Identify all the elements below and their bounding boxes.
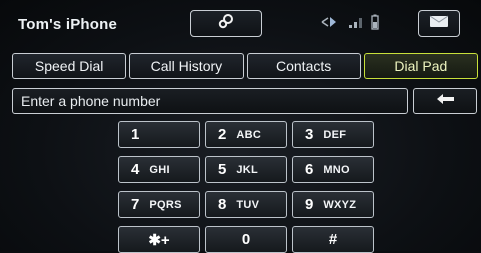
phone-number-field[interactable]: Enter a phone number	[12, 88, 408, 114]
message-button[interactable]	[418, 10, 460, 37]
key-letters: DEF	[323, 128, 347, 141]
battery-icon	[370, 14, 380, 33]
key-digit: 2	[218, 126, 227, 143]
backspace-button[interactable]	[413, 88, 477, 114]
link-icon	[215, 13, 237, 34]
tab-contacts[interactable]: Contacts	[246, 53, 361, 79]
tab-call-history[interactable]: Call History	[129, 53, 244, 79]
tab-label: Speed Dial	[34, 58, 104, 74]
message-icon	[429, 15, 449, 33]
signal-icon	[348, 15, 364, 32]
key-digit: 1	[131, 126, 140, 143]
key-digit: 8	[218, 196, 227, 213]
key-digit: 5	[218, 161, 227, 178]
key-letters: TUV	[236, 198, 260, 211]
key-digit: #	[328, 231, 338, 248]
key-digit: 0	[241, 231, 251, 248]
key-star-plus[interactable]: ✱+	[118, 226, 200, 253]
tab-label: Contacts	[276, 58, 332, 74]
tab-speed-dial[interactable]: Speed Dial	[12, 53, 127, 79]
head-unit-screen: Tom's iPhone Speed Dial Call History Con…	[0, 0, 481, 253]
key-7[interactable]: 7 PQRS	[118, 191, 200, 218]
key-0[interactable]: 0	[205, 226, 287, 253]
link-button[interactable]	[190, 10, 262, 37]
bluetooth-icon	[320, 15, 342, 32]
backspace-arrow-icon	[435, 92, 455, 110]
key-letters: GHI	[149, 163, 170, 176]
key-8[interactable]: 8 TUV	[205, 191, 287, 218]
tab-dial-pad[interactable]: Dial Pad	[363, 53, 478, 79]
key-5[interactable]: 5 JKL	[205, 156, 287, 183]
key-letters: PQRS	[149, 198, 182, 211]
key-1[interactable]: 1	[118, 121, 200, 148]
key-9[interactable]: 9 WXYZ	[292, 191, 374, 218]
key-letters: ABC	[236, 128, 262, 141]
key-letters: WXYZ	[323, 198, 357, 211]
key-letters: MNO	[323, 163, 350, 176]
key-3[interactable]: 3 DEF	[292, 121, 374, 148]
tab-bar: Speed Dial Call History Contacts Dial Pa…	[12, 53, 478, 79]
key-digit: 3	[305, 126, 314, 143]
tab-label: Dial Pad	[394, 58, 448, 74]
device-name: Tom's iPhone	[18, 16, 118, 33]
status-icons	[320, 14, 380, 32]
tab-label: Call History	[150, 58, 223, 74]
key-hash[interactable]: #	[292, 226, 374, 253]
key-digit: 4	[131, 161, 140, 178]
key-2[interactable]: 2 ABC	[205, 121, 287, 148]
key-digit: 7	[131, 196, 140, 213]
key-digit: 9	[305, 196, 314, 213]
key-letters: JKL	[236, 163, 259, 176]
key-digit: 6	[305, 161, 314, 178]
phone-number-placeholder: Enter a phone number	[21, 93, 161, 109]
key-4[interactable]: 4 GHI	[118, 156, 200, 183]
key-6[interactable]: 6 MNO	[292, 156, 374, 183]
key-digit: ✱+	[148, 231, 170, 249]
